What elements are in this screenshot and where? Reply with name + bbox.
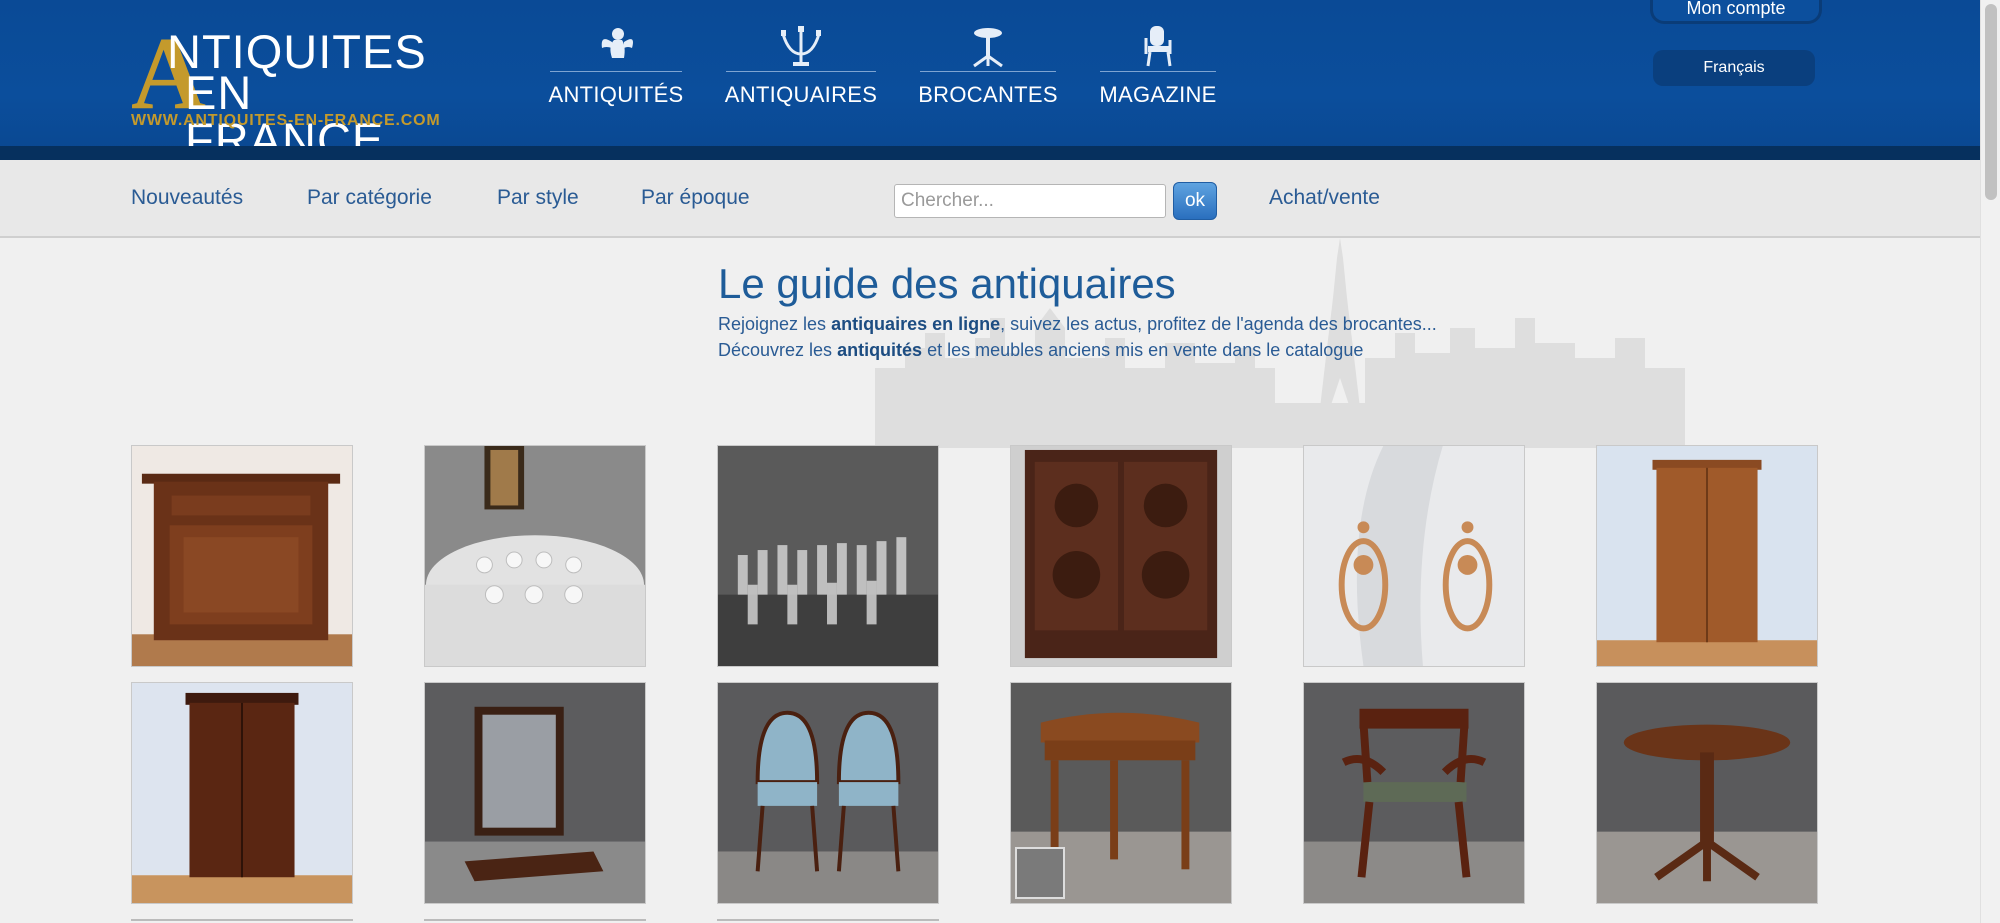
crystal-glassware-table-photo xyxy=(425,446,645,666)
intro-line-2: Découvrez les antiquités et les meubles … xyxy=(718,337,1437,363)
product-thumb-crystal-glass-set[interactable] xyxy=(717,445,939,667)
vertical-scrollbar[interactable] xyxy=(1980,0,2000,923)
product-thumb-demi-lune-console-table[interactable] xyxy=(1010,682,1232,904)
subnav-par-style[interactable]: Par style xyxy=(497,186,579,210)
cherub-icon xyxy=(601,28,633,58)
product-thumb-psyche-mirror[interactable] xyxy=(424,682,646,904)
scrollbar-thumb[interactable] xyxy=(1985,4,1997,200)
crystal-glass-set-photo xyxy=(718,446,938,666)
nav-label: ANTIQUITÉS xyxy=(548,82,684,107)
sub-nav: Nouveautés Par catégorie Par style Par é… xyxy=(0,160,1980,238)
search-input[interactable] xyxy=(894,184,1166,218)
pair-of-gondola-chairs-photo xyxy=(718,683,938,903)
walnut-bedside-cabinet-photo xyxy=(132,446,352,666)
product-thumb-mahogany-armchair[interactable] xyxy=(1303,682,1525,904)
nav-antiquites[interactable]: ANTIQUITÉS xyxy=(548,24,684,114)
product-thumb-carved-oak-cabinet[interactable] xyxy=(1010,445,1232,667)
intro-text: Rejoignez les antiquaires en ligne, suiv… xyxy=(718,311,1437,363)
site-logo[interactable]: A NTIQUITES EN FRANCE WWW.ANTIQUITES-EN-… xyxy=(131,22,441,164)
tripod-pedestal-table-photo xyxy=(1597,683,1817,903)
subnav-achat-vente[interactable]: Achat/vente xyxy=(1269,186,1380,210)
carved-oak-cabinet-photo xyxy=(1011,446,1231,666)
antiquaires-en-ligne-link[interactable]: antiquaires en ligne xyxy=(831,314,1000,334)
my-account-button[interactable]: Mon compte xyxy=(1650,0,1822,24)
subnav-nouveautes[interactable]: Nouveautés xyxy=(131,186,243,210)
intro-line-1: Rejoignez les antiquaires en ligne, suiv… xyxy=(718,311,1437,337)
mahogany-wardrobe-photo xyxy=(132,683,352,903)
gold-drop-earrings-photo xyxy=(1304,446,1524,666)
candelabra-icon xyxy=(781,26,821,66)
site-header: A NTIQUITES EN FRANCE WWW.ANTIQUITES-EN-… xyxy=(0,0,1980,164)
pedestal-table-icon xyxy=(973,28,1003,68)
main-content: Le guide des antiquaires Rejoignez les a… xyxy=(0,238,1980,923)
product-thumb-walnut-bedside-cabinet[interactable] xyxy=(131,445,353,667)
nav-label: ANTIQUAIRES xyxy=(724,82,878,107)
language-button[interactable]: Français xyxy=(1653,50,1815,86)
armchair-icon xyxy=(1144,26,1172,67)
nav-antiquaires[interactable]: ANTIQUAIRES xyxy=(724,24,878,114)
nav-divider xyxy=(1100,71,1216,72)
product-thumb-cherry-wood-armoire[interactable] xyxy=(1596,445,1818,667)
product-thumb-mahogany-wardrobe[interactable] xyxy=(131,682,353,904)
logo-url: WWW.ANTIQUITES-EN-FRANCE.COM xyxy=(131,112,441,129)
product-thumb-tripod-pedestal-table[interactable] xyxy=(1596,682,1818,904)
nav-label: BROCANTES xyxy=(918,82,1058,107)
product-thumb-gold-drop-earrings[interactable] xyxy=(1303,445,1525,667)
product-thumb-row3-edge[interactable] xyxy=(717,919,939,923)
intro-line-1-end: , suivez les actus, profitez de l'agenda… xyxy=(1000,314,1437,334)
subnav-par-epoque[interactable]: Par époque xyxy=(641,186,750,210)
nav-divider xyxy=(550,71,682,72)
intro-line-2-start: Découvrez les xyxy=(718,340,838,360)
subnav-par-categorie[interactable]: Par catégorie xyxy=(307,186,432,210)
search-button[interactable]: ok xyxy=(1173,182,1217,220)
product-thumb-row3-edge[interactable] xyxy=(424,919,646,923)
page-title: Le guide des antiquaires xyxy=(718,260,1176,307)
intro-line-2-end: et les meubles anciens mis en vente dans… xyxy=(922,340,1364,360)
alt-view-thumbnail[interactable] xyxy=(1015,847,1065,899)
nav-brocantes[interactable]: BROCANTES xyxy=(918,24,1058,114)
nav-label: MAGAZINE xyxy=(1099,82,1217,107)
antiquites-link[interactable]: antiquités xyxy=(837,340,922,360)
intro-line-1-start: Rejoignez les xyxy=(718,314,832,334)
mahogany-armchair-photo xyxy=(1304,683,1524,903)
psyche-mirror-photo xyxy=(425,683,645,903)
product-thumb-pair-of-gondola-chairs[interactable] xyxy=(717,682,939,904)
nav-divider xyxy=(726,71,876,72)
product-thumb-crystal-glassware-table[interactable] xyxy=(424,445,646,667)
product-thumb-row3-edge[interactable] xyxy=(131,919,353,923)
cherry-wood-armoire-photo xyxy=(1597,446,1817,666)
nav-magazine[interactable]: MAGAZINE xyxy=(1099,24,1217,114)
nav-divider xyxy=(920,71,1056,72)
